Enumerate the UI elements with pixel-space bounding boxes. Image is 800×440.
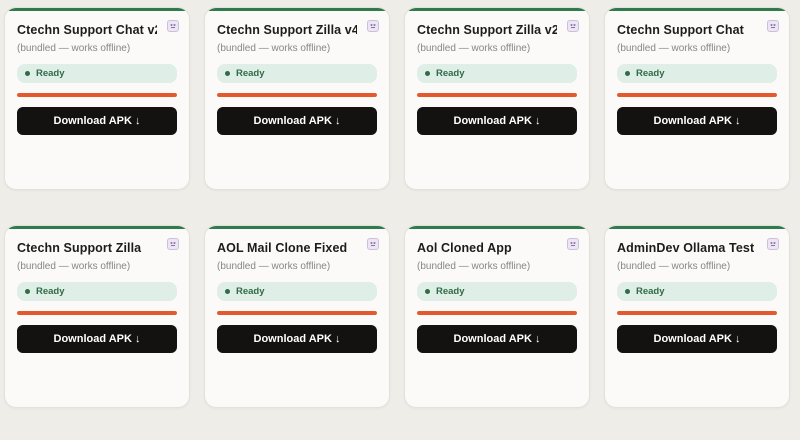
download-apk-button[interactable]: Download APK ↓ [617, 325, 777, 353]
card-title: Ctechn Support Zilla v2 [417, 23, 557, 37]
progress-bar [417, 93, 577, 97]
app-card: AOL Mail Clone Fixed (bundled — works of… [204, 225, 390, 408]
progress-bar [17, 93, 177, 97]
app-card: Aol Cloned App (bundled — works offline)… [404, 225, 590, 408]
app-card: Ctechn Support Chat (bundled — works off… [604, 7, 790, 190]
status-dot-icon [625, 289, 630, 294]
status-label: Ready [436, 286, 465, 297]
download-apk-button[interactable]: Download APK ↓ [17, 325, 177, 353]
progress-bar [217, 311, 377, 315]
status-badge: Ready [217, 282, 377, 301]
app-icon [367, 20, 379, 32]
app-icon [367, 238, 379, 250]
app-icon [567, 20, 579, 32]
app-card: AdminDev Ollama Test (bundled — works of… [604, 225, 790, 408]
card-subtitle: (bundled — works offline) [417, 43, 531, 54]
status-dot-icon [425, 289, 430, 294]
download-apk-button[interactable]: Download APK ↓ [417, 107, 577, 135]
download-apk-button[interactable]: Download APK ↓ [217, 325, 377, 353]
card-title: Ctechn Support Zilla [17, 241, 142, 255]
app-icon [167, 20, 179, 32]
progress-bar [217, 93, 377, 97]
card-subtitle: (bundled — works offline) [217, 261, 331, 272]
card-title: AOL Mail Clone Fixed [217, 241, 348, 255]
app-icon [767, 238, 779, 250]
download-apk-button[interactable]: Download APK ↓ [17, 107, 177, 135]
status-dot-icon [425, 71, 430, 76]
status-badge: Ready [17, 282, 177, 301]
status-dot-icon [225, 289, 230, 294]
app-icon [167, 238, 179, 250]
card-title: Ctechn Support Zilla v4 [217, 23, 357, 37]
status-dot-icon [625, 71, 630, 76]
card-title: Ctechn Support Chat v2 [17, 23, 157, 37]
app-card: Ctechn Support Zilla v4 (bundled — works… [204, 7, 390, 190]
card-title: Ctechn Support Chat [617, 23, 744, 37]
card-subtitle: (bundled — works offline) [617, 43, 731, 54]
app-icon [767, 20, 779, 32]
progress-bar [417, 311, 577, 315]
status-badge: Ready [17, 64, 177, 83]
progress-bar [617, 311, 777, 315]
download-apk-button[interactable]: Download APK ↓ [217, 107, 377, 135]
card-title: Aol Cloned App [417, 241, 512, 255]
status-label: Ready [236, 68, 265, 79]
card-subtitle: (bundled — works offline) [17, 261, 131, 272]
status-label: Ready [636, 286, 665, 297]
progress-bar [617, 93, 777, 97]
status-badge: Ready [417, 64, 577, 83]
card-subtitle: (bundled — works offline) [417, 261, 531, 272]
progress-bar [17, 311, 177, 315]
app-icon [567, 238, 579, 250]
status-badge: Ready [417, 282, 577, 301]
status-dot-icon [25, 289, 30, 294]
app-card: Ctechn Support Zilla (bundled — works of… [4, 225, 190, 408]
status-label: Ready [636, 68, 665, 79]
status-dot-icon [225, 71, 230, 76]
status-dot-icon [25, 71, 30, 76]
card-subtitle: (bundled — works offline) [617, 261, 731, 272]
status-label: Ready [436, 68, 465, 79]
status-label: Ready [36, 68, 65, 79]
download-apk-button[interactable]: Download APK ↓ [617, 107, 777, 135]
apk-download-grid: Ctechn Support Chat v2 (bundled — works … [0, 0, 800, 440]
status-label: Ready [36, 286, 65, 297]
status-badge: Ready [217, 64, 377, 83]
status-label: Ready [236, 286, 265, 297]
card-title: AdminDev Ollama Test [617, 241, 755, 255]
download-apk-button[interactable]: Download APK ↓ [417, 325, 577, 353]
card-subtitle: (bundled — works offline) [17, 43, 131, 54]
card-subtitle: (bundled — works offline) [217, 43, 331, 54]
app-card: Ctechn Support Zilla v2 (bundled — works… [404, 7, 590, 190]
app-card: Ctechn Support Chat v2 (bundled — works … [4, 7, 190, 190]
status-badge: Ready [617, 282, 777, 301]
status-badge: Ready [617, 64, 777, 83]
